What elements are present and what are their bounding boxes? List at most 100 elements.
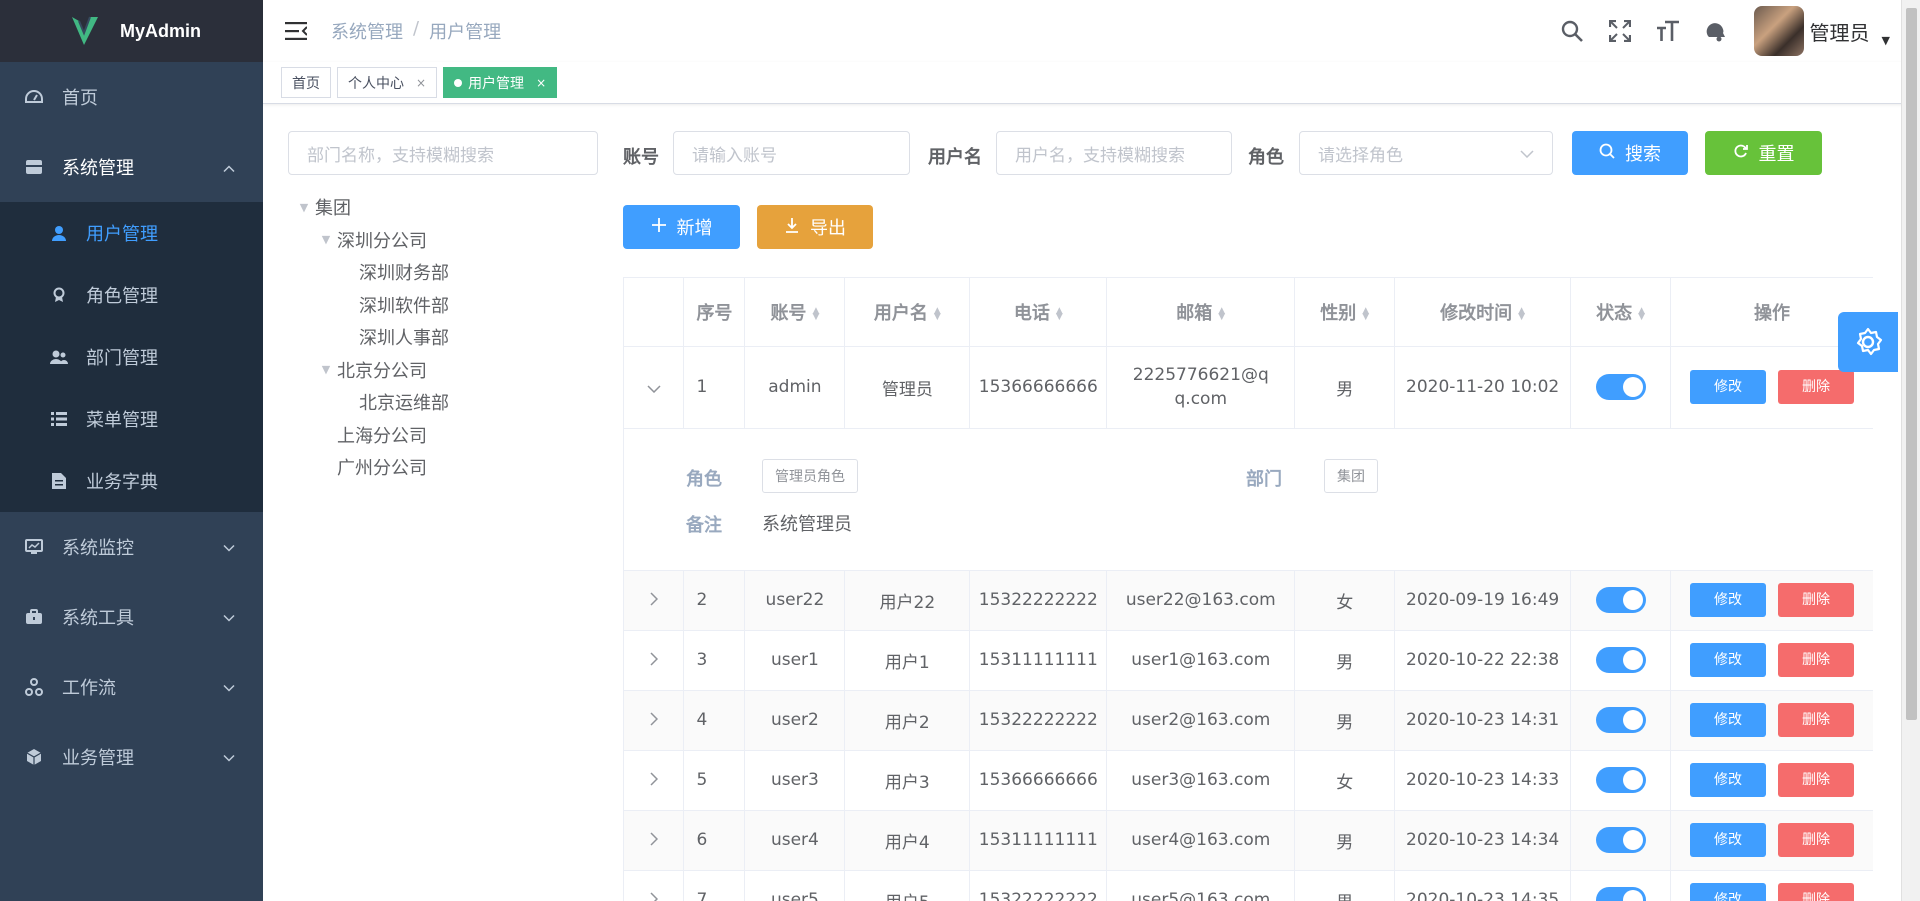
breadcrumb-item[interactable]: 系统管理 [331,18,403,44]
caret-down-icon[interactable]: ▼ [293,201,315,214]
caret-down-icon[interactable]: ▼ [1882,34,1890,47]
table-row[interactable]: 1 admin 管理员 15366666666 2225776621@qq.com 男 20… [624,346,1873,429]
sidebar-item-user-manage[interactable]: 用户管理 [0,202,263,264]
delete-button[interactable]: 删除 [1778,643,1855,677]
sidebar-item-role-manage[interactable]: 角色管理 [0,264,263,326]
status-toggle[interactable] [1595,707,1646,733]
tree-node[interactable]: 广州分公司 [293,451,593,484]
table-row[interactable]: 6 user4 用户4 15311111111 user4@163.com 男 2020-1… [624,810,1873,871]
tag-label: 用户管理 [468,75,525,92]
expand-chevron-icon[interactable] [624,810,685,871]
tree-node[interactable]: 上海分公司 [293,419,593,452]
edit-button[interactable]: 修改 [1690,883,1767,901]
reset-button[interactable]: 重置 [1705,131,1822,175]
tree-node[interactable]: 深圳财务部 [293,256,593,289]
edit-button[interactable]: 修改 [1690,703,1767,737]
delete-button[interactable]: 删除 [1778,703,1855,737]
status-toggle[interactable] [1595,587,1646,613]
close-icon[interactable]: × [416,76,426,90]
sidebar-item-menu-manage[interactable]: 菜单管理 [0,388,263,450]
sidebar-item-system[interactable]: 系统管理 [0,132,263,202]
cell-actions: 修改 删除 [1670,630,1873,691]
search-button[interactable]: 搜索 [1572,131,1688,175]
gear-icon[interactable] [1838,312,1898,372]
font-size-icon[interactable] [1644,7,1692,55]
caret-down-icon[interactable]: ▼ [315,363,337,376]
expand-chevron-icon[interactable] [624,690,685,751]
sidebar-item-dict[interactable]: 业务字典 [0,450,263,512]
page-scrollbar[interactable] [1901,0,1920,901]
delete-button[interactable]: 删除 [1778,823,1855,857]
logo[interactable]: MyAdmin [0,0,263,62]
table-row[interactable]: 5 user3 用户3 15366666666 user3@163.com 女 2020-1… [624,750,1873,811]
table-row[interactable]: 3 user1 用户1 15311111111 user1@163.com 男 2020-1… [624,630,1873,691]
role-select[interactable]: 请选择角色 [1299,131,1553,175]
tag-profile[interactable]: 个人中心 × [337,67,438,98]
account-input[interactable]: 请输入账号 [673,131,910,175]
expand-chevron-icon[interactable] [624,750,685,811]
avatar[interactable] [1753,6,1804,56]
search-icon[interactable] [1548,7,1596,55]
column-header[interactable]: 性别 ▲ ▼ [1294,278,1396,347]
status-toggle[interactable] [1595,647,1646,673]
sidebar-item-tools[interactable]: 系统工具 [0,582,263,652]
status-toggle[interactable] [1595,767,1646,793]
cell-time: 2020-10-23 14:35 [1394,870,1572,901]
tree-node[interactable]: ▼ 深圳分公司 [293,224,593,257]
edit-button[interactable]: 修改 [1690,370,1767,404]
expand-chevron-icon[interactable] [624,630,685,691]
right-menu: 管理员 ▼ [1548,0,1890,62]
tree-node[interactable]: ▼ 北京分公司 [293,354,593,387]
edit-button[interactable]: 修改 [1690,583,1767,617]
add-button[interactable]: 新增 [623,205,740,249]
export-button[interactable]: 导出 [757,205,873,249]
hamburger-icon[interactable] [283,18,309,44]
table-row[interactable]: 7user5用户515322222222 user5@163.com 男2020-1… [624,870,1873,901]
user-name[interactable]: 管理员 [1810,17,1870,46]
table-row[interactable]: 2 user22 用户22 15322222222 user22@163.com 女 202… [624,570,1873,631]
scrollbar-thumb[interactable] [1906,8,1917,720]
status-toggle[interactable] [1595,887,1646,901]
sidebar-item-dept-manage[interactable]: 部门管理 [0,326,263,388]
column-header[interactable]: 电话 ▲ ▼ [969,278,1108,347]
sidebar-item-home[interactable]: 首页 [0,62,263,132]
status-toggle[interactable] [1595,374,1646,400]
delete-button[interactable]: 删除 [1778,763,1855,797]
cell-actions: 修改 删除 [1670,810,1873,871]
expand-chevron-icon[interactable] [624,570,685,631]
sidebar-item-workflow[interactable]: 工作流 [0,652,263,722]
tree-node[interactable]: 北京运维部 [293,386,593,419]
delete-button[interactable]: 删除 [1778,370,1855,404]
caret-down-icon[interactable]: ▼ [315,233,337,246]
tag-user-manage[interactable]: 用户管理 × [443,67,558,98]
edit-button[interactable]: 修改 [1690,643,1767,677]
fullscreen-icon[interactable] [1596,7,1644,55]
column-header[interactable]: 用户名 ▲ ▼ [844,278,971,347]
column-header[interactable]: 状态 ▲ ▼ [1570,278,1672,347]
cell-seq: 2 [683,570,746,631]
sidebar-item-monitor[interactable]: 系统监控 [0,512,263,582]
column-header[interactable]: 账号 ▲ ▼ [744,278,846,347]
table-row[interactable]: 4 user2 用户2 15322222222 user2@163.com 男 2020-1… [624,690,1873,751]
edit-button[interactable]: 修改 [1690,823,1767,857]
status-toggle[interactable] [1595,827,1646,853]
cell-status [1570,570,1672,631]
sidebar-item-business[interactable]: 业务管理 [0,722,263,792]
expanded-chevron-icon[interactable] [624,346,685,429]
sidebar-item-label: 业务管理 [62,748,134,769]
theme-icon[interactable] [1692,7,1740,55]
dept-search-input[interactable]: 部门名称，支持模糊搜索 [288,131,598,175]
edit-button[interactable]: 修改 [1690,763,1767,797]
column-header[interactable]: 修改时间 ▲ ▼ [1394,278,1572,347]
cell-account: user5 [744,870,846,901]
close-icon[interactable]: × [536,76,546,90]
tree-node[interactable]: ▼ 集团 [293,191,593,224]
tree-node[interactable]: 深圳人事部 [293,321,593,354]
username-input[interactable]: 用户名，支持模糊搜索 [996,131,1232,175]
tag-home[interactable]: 首页 [281,67,331,98]
column-header[interactable]: 邮箱 ▲ ▼ [1106,278,1296,347]
delete-button[interactable]: 删除 [1778,883,1855,901]
tree-node[interactable]: 深圳软件部 [293,289,593,322]
expand-chevron-icon[interactable] [624,870,685,901]
delete-button[interactable]: 删除 [1778,583,1855,617]
